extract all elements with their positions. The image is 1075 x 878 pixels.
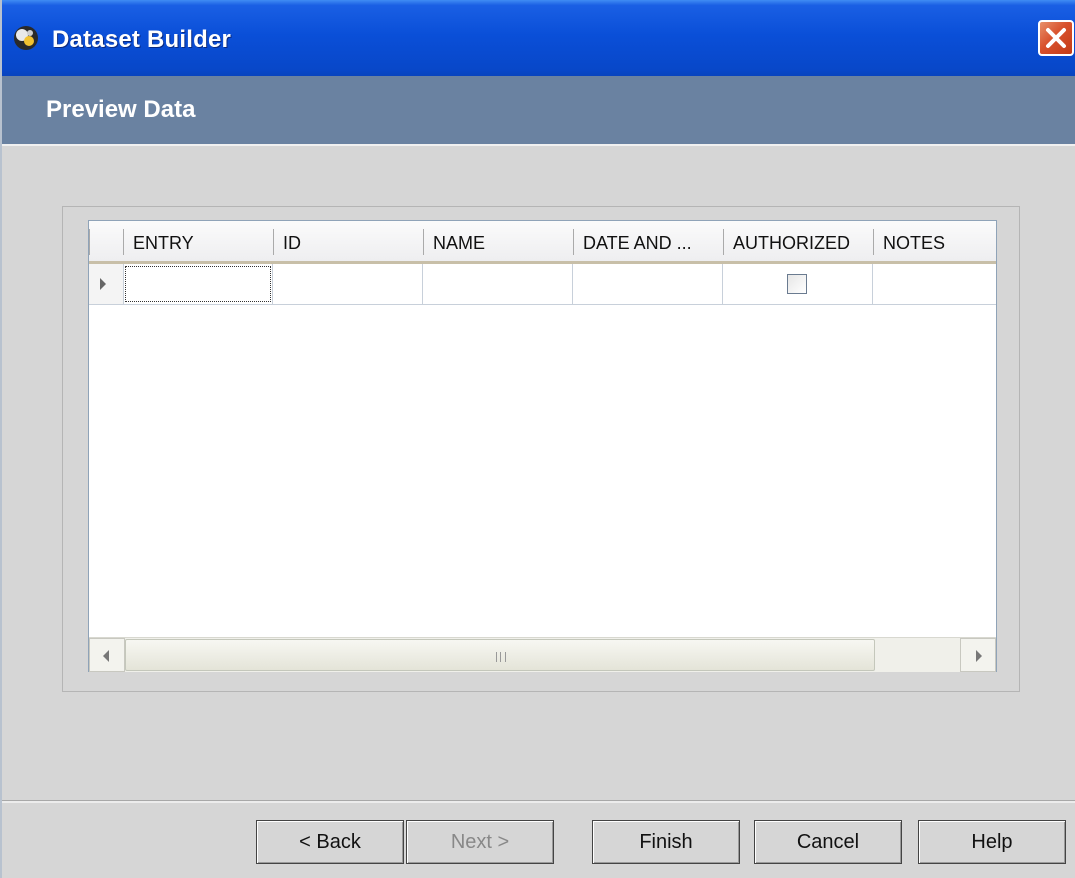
- dataset-builder-icon: [14, 26, 38, 50]
- column-header-date[interactable]: DATE AND ...: [573, 221, 723, 261]
- column-header-notes[interactable]: NOTES: [873, 221, 996, 261]
- page-title: Preview Data: [46, 96, 196, 123]
- title-bar: Dataset Builder: [2, 0, 1075, 88]
- arrow-left-icon: [103, 650, 109, 662]
- row-selector[interactable]: [89, 264, 124, 304]
- column-header-id[interactable]: ID: [273, 221, 423, 261]
- cancel-button[interactable]: Cancel: [754, 820, 902, 864]
- column-header-authorized[interactable]: AUTHORIZED: [723, 221, 873, 261]
- cell-focus-rectangle: [125, 266, 271, 302]
- cell-date[interactable]: [573, 264, 723, 304]
- footer-divider: [2, 800, 1075, 803]
- cell-id[interactable]: [273, 264, 423, 304]
- wizard-header: Preview Data: [2, 76, 1075, 146]
- column-header-entry[interactable]: ENTRY: [123, 221, 273, 261]
- horizontal-scrollbar[interactable]: [89, 637, 996, 672]
- scrollbar-grip-icon: [496, 652, 506, 662]
- cell-name[interactable]: [423, 264, 573, 304]
- window-title: Dataset Builder: [52, 26, 232, 53]
- close-icon: [1046, 28, 1066, 48]
- dataset-builder-window: Dataset Builder Preview Data ENTRY ID NA…: [0, 0, 1075, 878]
- close-button[interactable]: [1038, 20, 1074, 56]
- scrollbar-thumb[interactable]: [125, 639, 875, 671]
- column-header-name[interactable]: NAME: [423, 221, 573, 261]
- next-button[interactable]: Next >: [406, 820, 554, 864]
- scroll-right-button[interactable]: [960, 638, 996, 672]
- grid-header: ENTRY ID NAME DATE AND ... AUTHORIZED NO…: [89, 221, 996, 264]
- table-row[interactable]: [89, 264, 996, 305]
- help-button[interactable]: Help: [918, 820, 1066, 864]
- data-grid[interactable]: ENTRY ID NAME DATE AND ... AUTHORIZED NO…: [88, 220, 997, 672]
- back-button[interactable]: < Back: [256, 820, 404, 864]
- scroll-left-button[interactable]: [89, 638, 125, 672]
- authorized-checkbox[interactable]: [787, 274, 807, 294]
- cell-notes[interactable]: [873, 264, 996, 304]
- arrow-right-icon: [976, 650, 982, 662]
- row-header-corner: [89, 221, 123, 261]
- current-row-arrow-icon: [100, 278, 106, 290]
- finish-button[interactable]: Finish: [592, 820, 740, 864]
